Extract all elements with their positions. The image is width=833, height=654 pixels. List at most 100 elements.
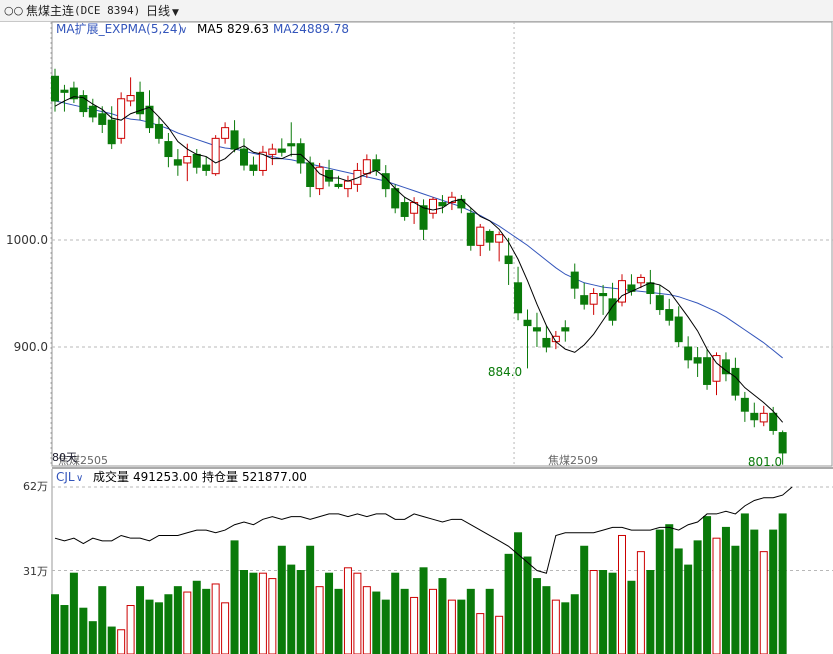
volume-bar[interactable] [343, 567, 352, 654]
candle-up[interactable] [221, 127, 230, 139]
volume-bar[interactable] [258, 572, 267, 654]
candle-up[interactable] [343, 180, 352, 190]
candle-down[interactable] [703, 357, 712, 385]
candle-down[interactable] [277, 148, 286, 153]
volume-bar[interactable] [438, 578, 447, 654]
volume-bar[interactable] [230, 540, 239, 654]
volume-bar[interactable] [457, 599, 466, 654]
volume-bar[interactable] [627, 580, 636, 654]
volume-bar[interactable] [684, 564, 693, 654]
volume-bar[interactable] [589, 570, 598, 654]
candle-up[interactable] [211, 137, 220, 175]
volume-bar[interactable] [268, 578, 277, 654]
candle-up[interactable] [429, 198, 437, 214]
candle-down[interactable] [532, 327, 541, 332]
candle-down[interactable] [202, 164, 211, 171]
volume-bar[interactable] [750, 529, 759, 654]
candle-down[interactable] [599, 293, 608, 297]
volume-bar[interactable] [769, 529, 778, 654]
candle-down[interactable] [485, 230, 494, 243]
volume-bar[interactable] [674, 548, 683, 654]
volume-bar[interactable] [211, 583, 220, 654]
candle-up[interactable] [362, 159, 371, 175]
volume-bar[interactable] [362, 586, 371, 654]
candle-down[interactable] [287, 143, 296, 147]
candle-down[interactable] [51, 75, 59, 102]
volume-bar[interactable] [202, 588, 211, 654]
candle-down[interactable] [750, 412, 759, 421]
volume-bar[interactable] [485, 588, 494, 654]
candle-up[interactable] [636, 276, 645, 284]
volume-bar[interactable] [154, 602, 163, 654]
volume-bar[interactable] [721, 526, 730, 654]
candle-down[interactable] [740, 397, 749, 412]
volume-bar[interactable] [740, 513, 749, 654]
volume-bar[interactable] [693, 540, 702, 654]
candle-down[interactable] [306, 162, 315, 188]
volume-bar[interactable] [88, 621, 97, 654]
volume-bar[interactable] [466, 588, 475, 654]
volume-bar[interactable] [570, 594, 579, 654]
volume-bar[interactable] [107, 626, 116, 654]
candle-down[interactable] [778, 432, 787, 454]
volume-bar[interactable] [173, 586, 182, 654]
volume-bar[interactable] [712, 537, 721, 654]
volume-bar[interactable] [117, 629, 126, 654]
volume-bar[interactable] [69, 572, 78, 654]
candle-up[interactable] [759, 412, 768, 423]
candle-down[interactable] [655, 295, 664, 311]
candle-down[interactable] [674, 316, 683, 343]
volume-bar[interactable] [514, 532, 523, 654]
volume-bar[interactable] [400, 588, 409, 654]
candle-down[interactable] [514, 282, 523, 314]
volume-bar[interactable] [551, 599, 560, 654]
candle-down[interactable] [665, 309, 674, 321]
volume-bar[interactable] [419, 567, 428, 654]
volume-bar[interactable] [636, 551, 645, 654]
vol-dropdown-icon[interactable]: ∨ [76, 473, 83, 484]
candle-up[interactable] [495, 234, 504, 243]
candle-down[interactable] [561, 327, 570, 332]
candle-down[interactable] [400, 202, 409, 217]
candle-down[interactable] [296, 143, 305, 164]
volume-bar[interactable] [542, 586, 551, 654]
volume-bar[interactable] [523, 556, 532, 654]
candle-down[interactable] [325, 169, 334, 182]
candle-down[interactable] [731, 367, 740, 396]
volume-bar[interactable] [580, 545, 589, 654]
indicator-name[interactable]: MA扩展_EXPMA(5,24) [56, 22, 182, 36]
candle-down[interactable] [457, 198, 466, 209]
candle-down[interactable] [693, 357, 702, 364]
candle-down[interactable] [372, 159, 381, 171]
volume-bar[interactable] [98, 586, 107, 654]
volume-bar[interactable] [504, 553, 513, 654]
candle-down[interactable] [192, 153, 201, 168]
volume-bar[interactable] [136, 586, 145, 654]
volume-bar[interactable] [277, 545, 286, 654]
candle-down[interactable] [98, 113, 107, 125]
volume-bar[interactable] [665, 524, 674, 654]
volume-bar[interactable] [561, 602, 570, 654]
volume-bar[interactable] [703, 516, 712, 654]
candle-up[interactable] [589, 293, 598, 305]
volume-bar[interactable] [306, 545, 315, 654]
volume-bar[interactable] [429, 588, 437, 654]
volume-bar[interactable] [532, 578, 541, 654]
volume-bar[interactable] [79, 607, 88, 654]
candle-down[interactable] [570, 271, 579, 289]
volume-bar[interactable] [145, 599, 154, 654]
candle-down[interactable] [107, 119, 116, 145]
candle-down[interactable] [769, 412, 778, 431]
volume-bar[interactable] [287, 564, 296, 654]
candle-down[interactable] [504, 255, 513, 265]
vol-indicator-name[interactable]: CJL [56, 470, 75, 484]
candle-down[interactable] [523, 319, 532, 327]
volume-bar[interactable] [249, 572, 258, 654]
candle-down[interactable] [88, 105, 97, 118]
volume-bar[interactable] [410, 596, 419, 654]
candle-down[interactable] [438, 202, 447, 207]
volume-bar[interactable] [608, 572, 617, 654]
volume-bar[interactable] [759, 551, 768, 654]
volume-bar[interactable] [372, 591, 381, 654]
volume-bar[interactable] [655, 529, 664, 654]
